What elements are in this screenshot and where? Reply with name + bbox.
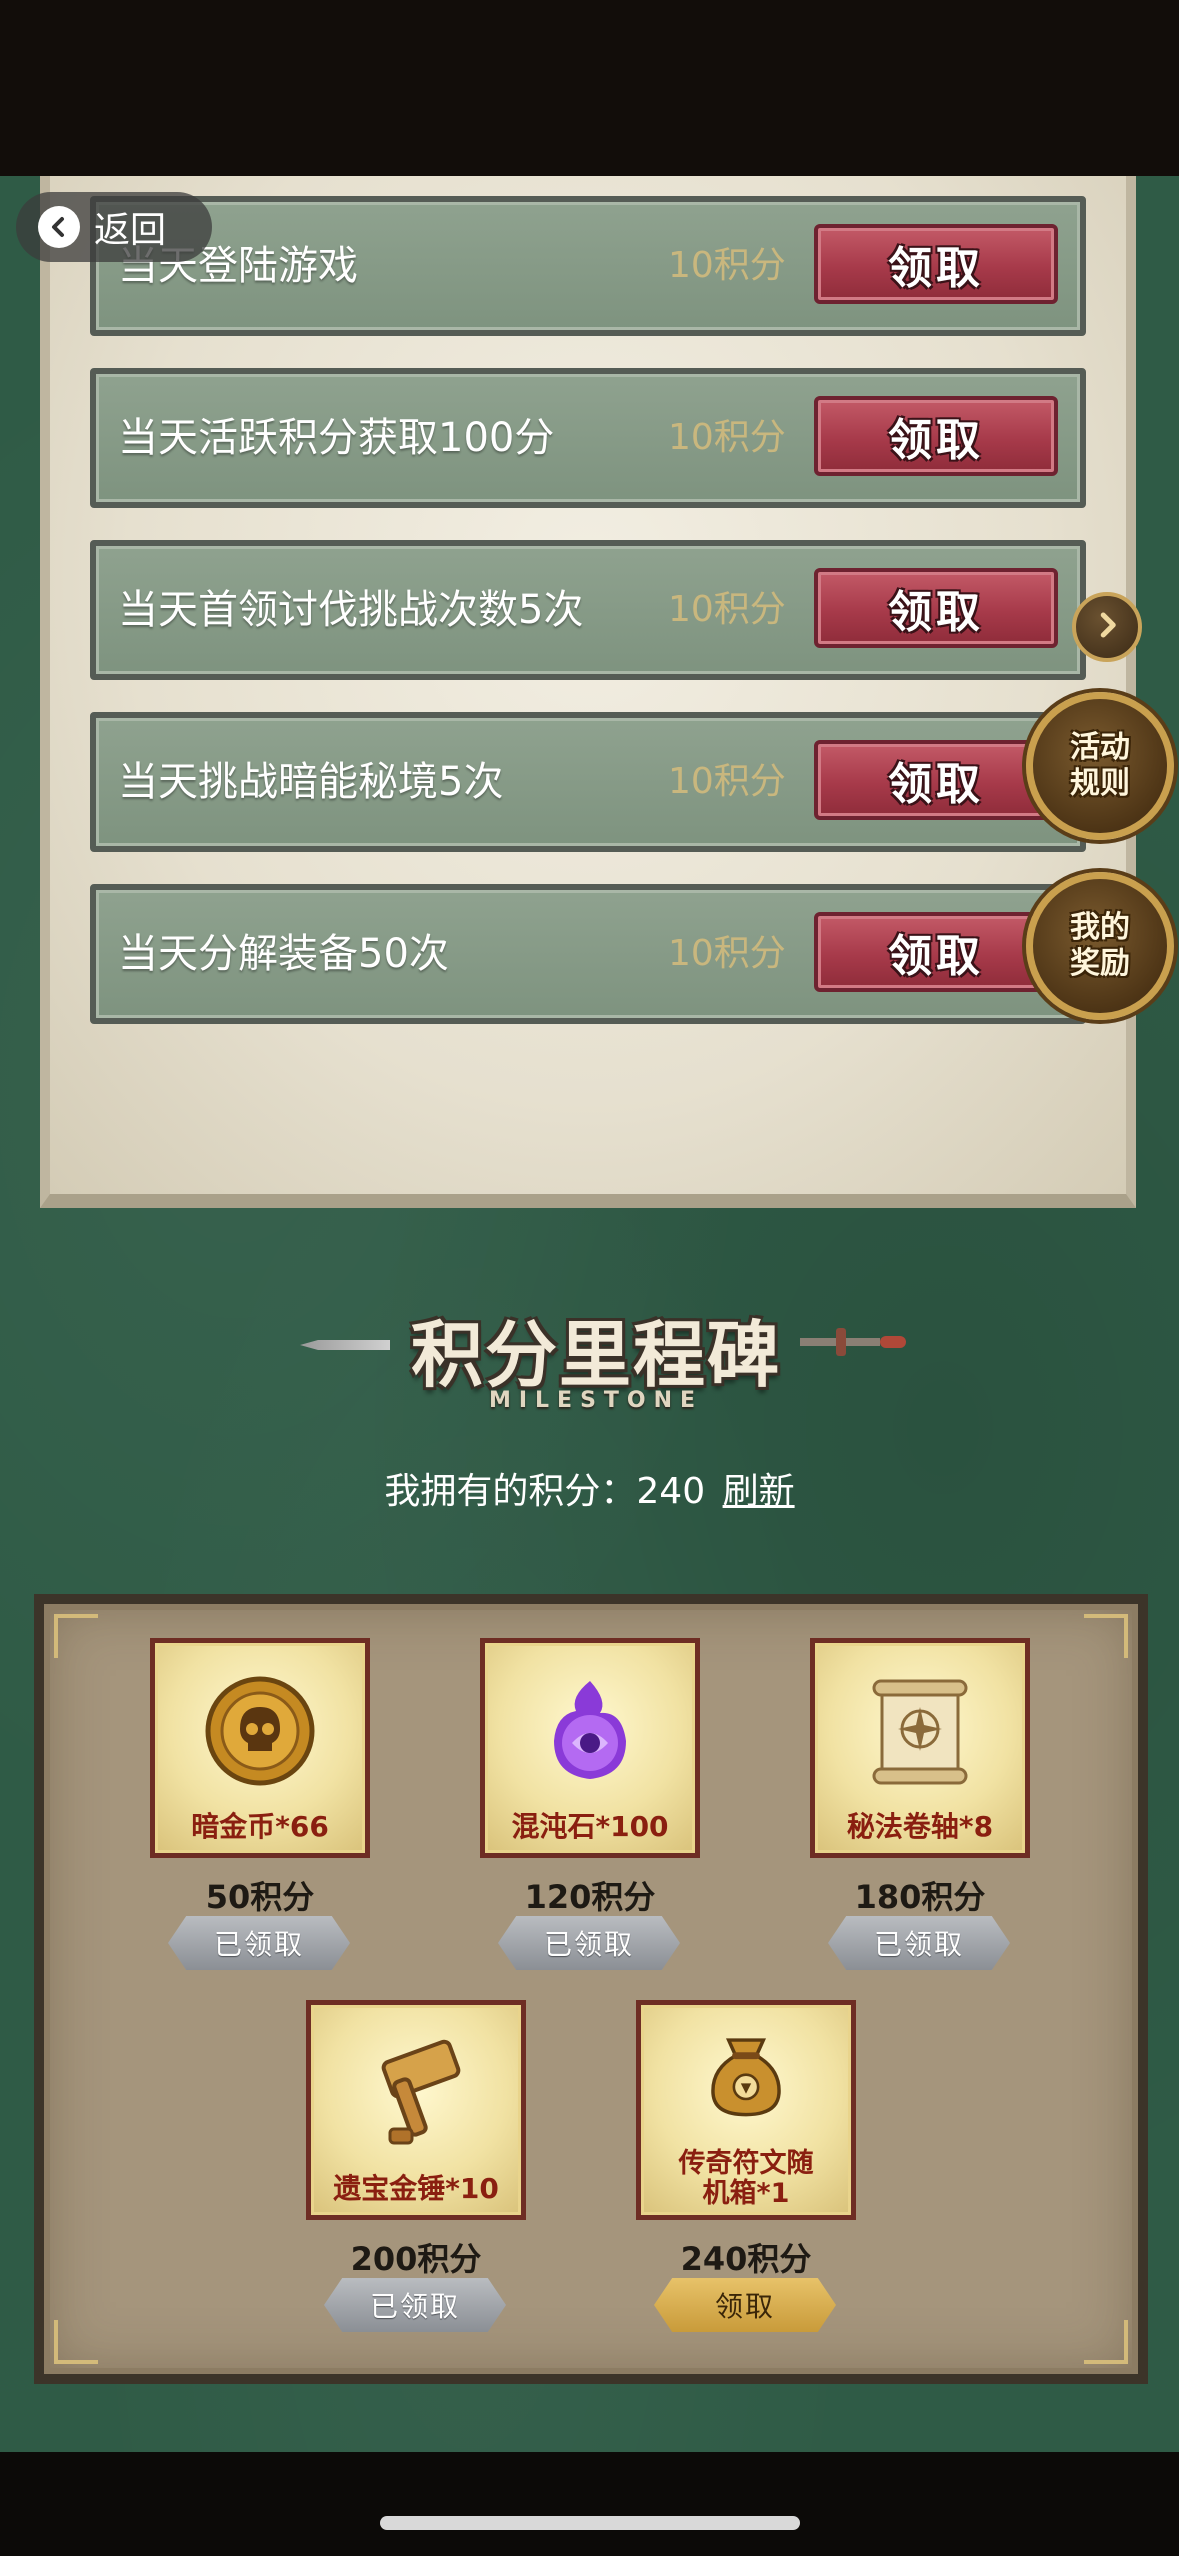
task-points: 10积分 <box>668 933 786 974</box>
task-points: 10积分 <box>668 245 786 286</box>
reward-cost: 180积分 <box>854 1878 986 1916</box>
task-label: 当天分解装备50次 <box>118 931 449 977</box>
activity-rules-button[interactable]: 活动规则 <box>1026 692 1174 840</box>
reward-card[interactable]: 混沌石*100 <box>480 1638 700 1858</box>
skull-coin-icon <box>205 1676 315 1786</box>
reward-name: 传奇符文随机箱*1 <box>641 2149 851 2209</box>
claim-button[interactable]: 领取 <box>814 224 1058 304</box>
task-row-dungeon: 当天挑战暗能秘境5次 10积分 领取 <box>90 712 1086 852</box>
reward-card[interactable]: 遗宝金锤*10 <box>306 2000 526 2220</box>
owned-points-value: 240 <box>636 1471 706 1512</box>
refresh-link[interactable]: 刷新 <box>723 1471 795 1512</box>
reward-name: 秘法卷轴*8 <box>846 1810 994 1843</box>
milestone-subtitle: MILESTONE <box>488 1388 704 1413</box>
my-rewards-label: 我的奖励 <box>1070 910 1130 981</box>
reward-card[interactable]: 传奇符文随机箱*1 <box>636 2000 856 2220</box>
corner-ornament <box>54 2320 98 2364</box>
claim-reward-button[interactable]: 领取 <box>654 2278 836 2332</box>
owned-points-label: 我拥有的积分： <box>384 1471 637 1512</box>
task-points: 10积分 <box>668 761 786 802</box>
chevron-right-icon <box>1092 610 1122 644</box>
bottom-safe-area <box>0 2452 1179 2556</box>
claimed-button[interactable]: 已领取 <box>828 1916 1010 1970</box>
claim-button[interactable]: 领取 <box>814 912 1058 992</box>
reward-card[interactable]: 秘法卷轴*8 <box>810 1638 1030 1858</box>
reward-name: 暗金币*66 <box>191 1810 329 1843</box>
task-label: 当天活跃积分获取100分 <box>118 415 555 461</box>
sword-hilt-icon <box>800 1328 910 1356</box>
task-label: 当天首领讨伐挑战次数5次 <box>118 587 584 633</box>
scroll-icon <box>872 1679 968 1785</box>
task-points: 10积分 <box>668 589 786 630</box>
back-label: 返回 <box>94 210 167 251</box>
corner-ornament <box>1084 2320 1128 2364</box>
reward-cost: 200积分 <box>350 2240 482 2278</box>
my-rewards-button[interactable]: 我的奖励 <box>1026 872 1174 1020</box>
chaos-stone-icon <box>554 1681 626 1779</box>
task-row-dismantle: 当天分解装备50次 10积分 领取 <box>90 884 1086 1024</box>
corner-ornament <box>1084 1614 1128 1658</box>
rune-bag-icon <box>711 2038 781 2117</box>
reward-cost: 120积分 <box>524 1878 656 1916</box>
task-points: 10积分 <box>668 417 786 458</box>
chevron-left-icon <box>38 206 80 248</box>
reward-name: 遗宝金锤*10 <box>333 2172 499 2205</box>
claimed-button[interactable]: 已领取 <box>324 2278 506 2332</box>
task-row-boss: 当天首领讨伐挑战次数5次 10积分 领取 <box>90 540 1086 680</box>
owned-points-line: 我拥有的积分：240 刷新 <box>0 1462 1179 1514</box>
reward-cost: 50积分 <box>205 1878 315 1916</box>
claim-button[interactable]: 领取 <box>814 740 1058 820</box>
reward-name-text: 传奇符文随机箱*1 <box>678 2148 814 2209</box>
home-indicator[interactable] <box>380 2516 800 2530</box>
sword-blade-icon <box>300 1340 390 1350</box>
activity-rules-label: 活动规则 <box>1070 730 1130 801</box>
expand-arrow-button[interactable] <box>1072 592 1142 662</box>
task-label: 当天挑战暗能秘境5次 <box>118 759 504 805</box>
golden-hammer-icon <box>381 2039 461 2145</box>
claimed-button[interactable]: 已领取 <box>498 1916 680 1970</box>
task-row-login: 当天登陆游戏 10积分 领取 <box>90 196 1086 336</box>
claim-button[interactable]: 领取 <box>814 568 1058 648</box>
milestone-title: 积分里程碑 <box>410 1313 781 1397</box>
task-row-activity: 当天活跃积分获取100分 10积分 领取 <box>90 368 1086 508</box>
milestone-header: 积分里程碑 MILESTONE <box>300 1296 910 1426</box>
reward-cost: 240积分 <box>680 2240 812 2278</box>
claimed-button[interactable]: 已领取 <box>168 1916 350 1970</box>
reward-card[interactable]: 暗金币*66 <box>150 1638 370 1858</box>
claim-button[interactable]: 领取 <box>814 396 1058 476</box>
status-area <box>0 0 1179 176</box>
back-button[interactable]: 返回 <box>16 192 212 262</box>
reward-name: 混沌石*100 <box>511 1810 669 1843</box>
corner-ornament <box>54 1614 98 1658</box>
